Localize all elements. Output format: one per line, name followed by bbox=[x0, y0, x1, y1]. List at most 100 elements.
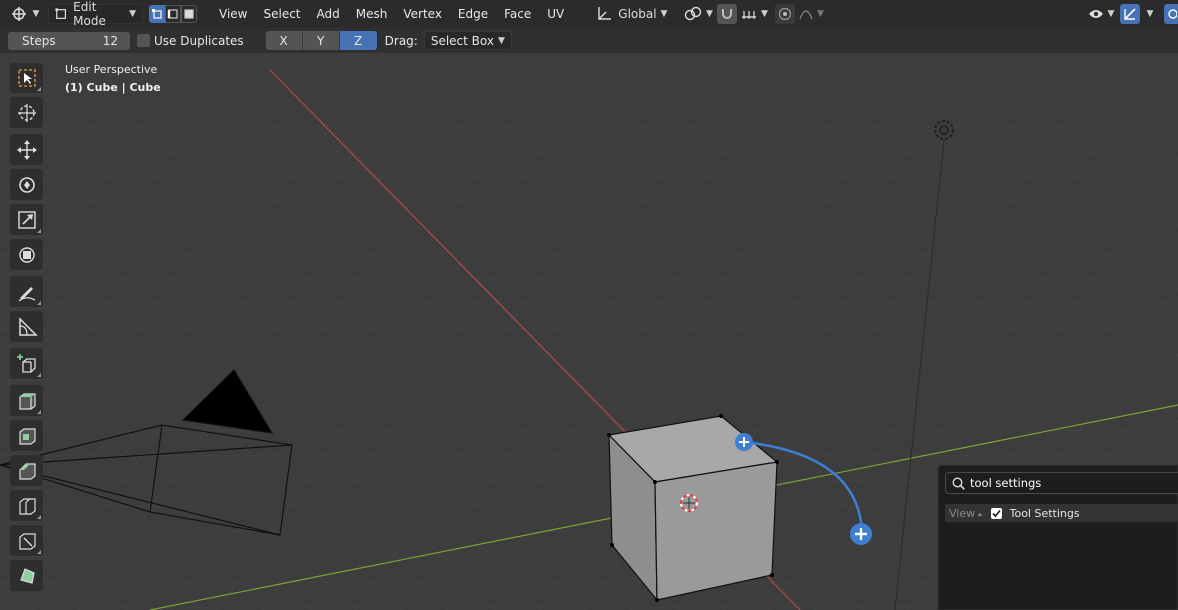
tool-corner-indicator bbox=[37, 515, 41, 519]
measure-icon bbox=[18, 316, 38, 336]
steps-label: Steps bbox=[22, 33, 56, 48]
search-box[interactable] bbox=[945, 472, 1178, 494]
chevron-down-icon: ▼ bbox=[1146, 9, 1154, 19]
tool-extrude[interactable] bbox=[10, 385, 43, 416]
drag-dropdown[interactable]: Select Box ▼ bbox=[423, 31, 512, 50]
inset-icon bbox=[18, 427, 36, 445]
tool-scale[interactable] bbox=[10, 204, 43, 235]
chevron-down-icon: ▼ bbox=[761, 9, 768, 19]
drag-value: Select Box bbox=[430, 33, 494, 48]
rotate-icon bbox=[18, 176, 35, 193]
chevron-down-icon: ▼ bbox=[1107, 9, 1115, 19]
chevron-down-icon: ▼ bbox=[497, 35, 505, 46]
face-select-button[interactable] bbox=[181, 5, 197, 23]
result-label: Tool Settings bbox=[1009, 506, 1080, 520]
gizmo-toggle[interactable] bbox=[1120, 4, 1140, 24]
menu-mesh[interactable]: Mesh bbox=[348, 4, 396, 24]
editor-type-button[interactable]: ▼ bbox=[8, 4, 42, 24]
gizmo-dropdown[interactable]: ▼ bbox=[1142, 4, 1158, 24]
orientation-dropdown[interactable]: Global ▼ bbox=[592, 4, 671, 24]
chevron-right-icon: ▸ bbox=[978, 509, 983, 519]
face-select-icon bbox=[184, 9, 194, 19]
menu-uv[interactable]: UV bbox=[539, 4, 572, 24]
tool-transform[interactable] bbox=[10, 239, 43, 270]
use-duplicates-option[interactable]: Use Duplicates bbox=[137, 34, 244, 48]
menu-select[interactable]: Select bbox=[255, 4, 308, 24]
search-input[interactable] bbox=[970, 476, 1170, 490]
overlay-toggle[interactable] bbox=[1164, 4, 1178, 24]
select-box-icon bbox=[17, 69, 36, 87]
tool-rotate[interactable] bbox=[10, 169, 43, 200]
gizmo-icon bbox=[1124, 8, 1136, 20]
edge-select-button[interactable] bbox=[165, 5, 181, 23]
mode-label: Edit Mode bbox=[73, 0, 106, 28]
tool-settings-bar: Steps 12 Use Duplicates X Y Z Drag: Sele… bbox=[0, 28, 1178, 53]
visibility-dropdown[interactable]: ▼ bbox=[1086, 4, 1116, 24]
proportional-edit-icon bbox=[779, 7, 792, 21]
viewport-object-label: (1) Cube | Cube bbox=[65, 81, 161, 94]
chevron-down-icon: ▼ bbox=[817, 9, 824, 19]
menu-vertex[interactable]: Vertex bbox=[395, 4, 450, 24]
viewport-perspective-label: User Perspective bbox=[65, 63, 158, 76]
proportional-edit-toggle[interactable] bbox=[775, 4, 796, 24]
axis-x-button[interactable]: X bbox=[265, 31, 303, 50]
axis-z-button[interactable]: Z bbox=[339, 31, 377, 50]
transform-icon bbox=[18, 246, 35, 263]
pivot-dropdown[interactable]: ▼ bbox=[681, 4, 715, 24]
tool-add-cube[interactable] bbox=[10, 348, 43, 379]
tool-cursor[interactable] bbox=[10, 97, 43, 128]
tool-annotate[interactable] bbox=[10, 276, 43, 307]
tool-corner-indicator bbox=[37, 229, 41, 233]
annotate-icon bbox=[18, 286, 35, 302]
spin-gizmo-end-handle bbox=[850, 523, 872, 545]
tool-loop-cut[interactable] bbox=[10, 490, 43, 521]
chevron-down-icon: ▼ bbox=[32, 9, 40, 19]
edit-mode-icon bbox=[55, 8, 67, 19]
tool-bevel[interactable] bbox=[10, 455, 43, 486]
tool-knife[interactable] bbox=[10, 525, 43, 556]
falloff-dropdown[interactable]: ▼ bbox=[797, 4, 825, 24]
chevron-down-icon: ▼ bbox=[129, 9, 136, 19]
scale-icon bbox=[17, 210, 36, 229]
axis-y-button[interactable]: Y bbox=[302, 31, 340, 50]
search-result-item[interactable]: View ▸ Tool Settings bbox=[945, 504, 1178, 522]
snap-toggle[interactable] bbox=[717, 4, 738, 24]
tool-move[interactable] bbox=[10, 134, 43, 165]
tool-corner-indicator bbox=[37, 87, 41, 91]
header-bar: ▼ Edit Mode ▼ View Select Add Mesh Verte… bbox=[0, 0, 1178, 28]
menu-view[interactable]: View bbox=[211, 4, 255, 24]
extrude-icon bbox=[18, 392, 36, 410]
knife-icon bbox=[18, 532, 36, 550]
left-toolbar bbox=[10, 63, 46, 595]
pivot-icon bbox=[684, 6, 702, 21]
move-icon bbox=[16, 139, 37, 160]
axis-group: X Y Z bbox=[265, 31, 377, 50]
tool-inset[interactable] bbox=[10, 420, 43, 451]
chevron-down-icon: ▼ bbox=[706, 9, 713, 19]
mode-dropdown[interactable]: Edit Mode ▼ bbox=[48, 0, 143, 28]
result-context-label: View bbox=[949, 506, 976, 520]
steps-value: 12 bbox=[102, 33, 118, 48]
steps-field[interactable]: Steps 12 bbox=[8, 31, 130, 50]
menu-edge[interactable]: Edge bbox=[450, 4, 496, 24]
header-menus: View Select Add Mesh Vertex Edge Face UV bbox=[211, 4, 572, 24]
object-origin-marker bbox=[680, 494, 698, 512]
snap-target-dropdown[interactable]: ▼ bbox=[739, 4, 769, 24]
menu-add[interactable]: Add bbox=[309, 4, 348, 24]
tool-measure[interactable] bbox=[10, 311, 43, 342]
orientation-label: Global bbox=[618, 7, 657, 21]
transform-orientation-icon bbox=[598, 7, 612, 20]
magnet-icon bbox=[722, 9, 733, 19]
menu-face[interactable]: Face bbox=[496, 4, 539, 24]
tool-corner-indicator bbox=[37, 301, 41, 305]
search-popup: View ▸ Tool Settings bbox=[938, 465, 1178, 610]
search-icon bbox=[952, 476, 965, 490]
vertex-select-button[interactable] bbox=[149, 5, 165, 23]
result-context: View ▸ bbox=[949, 507, 983, 520]
use-duplicates-checkbox[interactable] bbox=[137, 34, 150, 47]
eye-icon bbox=[1088, 10, 1103, 18]
drag-label: Drag: bbox=[384, 33, 418, 48]
tool-poly-build[interactable] bbox=[10, 560, 43, 591]
cursor-icon bbox=[17, 103, 36, 122]
tool-select-box[interactable] bbox=[10, 63, 43, 93]
